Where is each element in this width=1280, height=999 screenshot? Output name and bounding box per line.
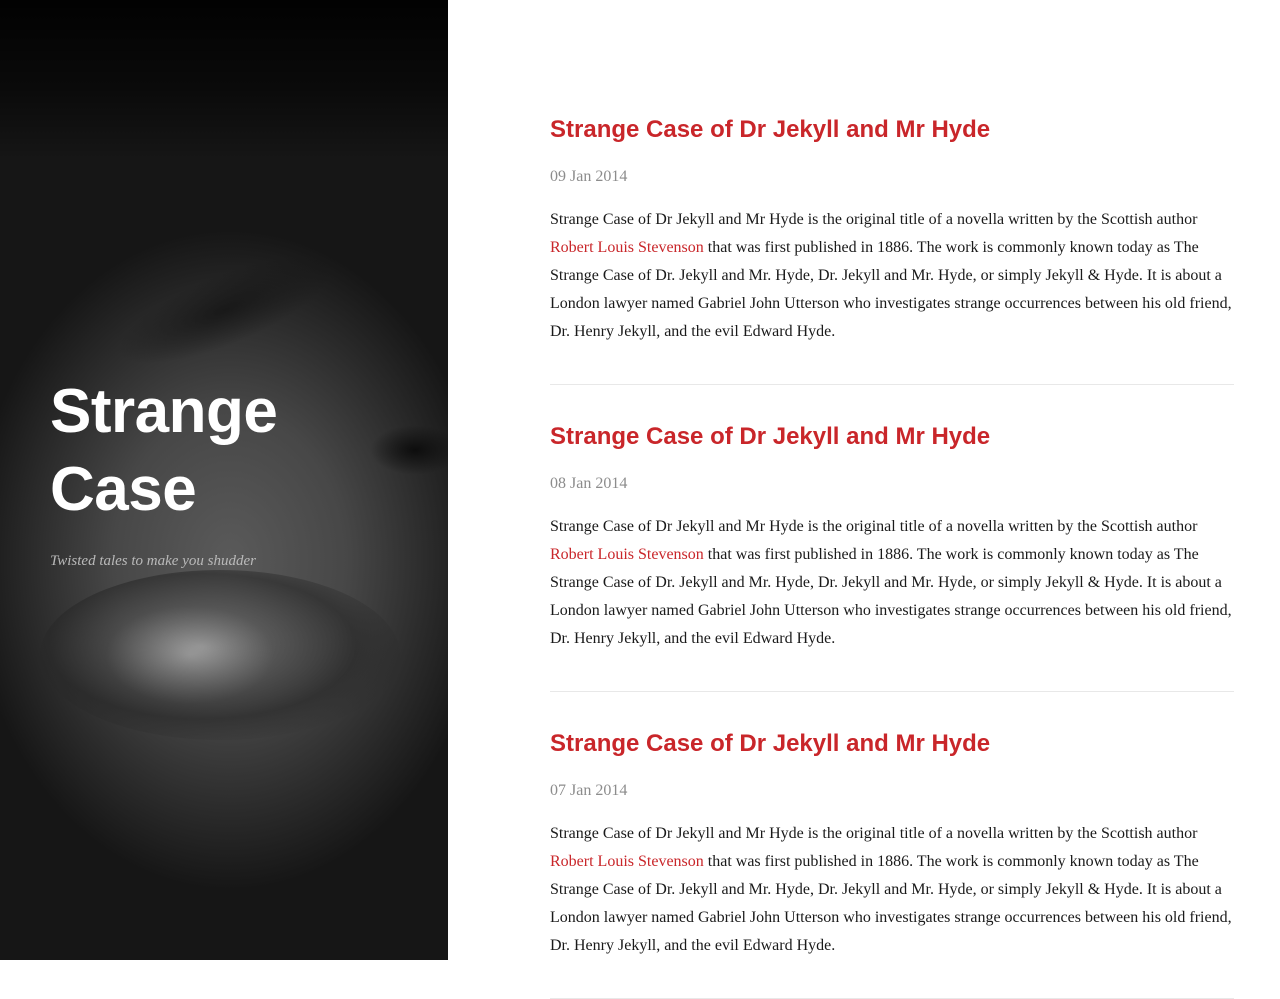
author-link[interactable]: Robert Louis Stevenson — [550, 853, 704, 870]
author-link[interactable]: Robert Louis Stevenson — [550, 239, 704, 256]
author-link[interactable]: Robert Louis Stevenson — [550, 546, 704, 563]
post-excerpt-text: Strange Case of Dr Jekyll and Mr Hyde is… — [550, 211, 1198, 228]
site-title-line2: Case — [50, 455, 197, 524]
post-date: 08 Jan 2014 — [550, 475, 628, 492]
post-item: Strange Case of Dr Jekyll and Mr Hyde 08… — [550, 421, 1234, 692]
post-item: Strange Case of Dr Jekyll and Mr Hyde 09… — [550, 114, 1234, 385]
post-excerpt-text: Strange Case of Dr Jekyll and Mr Hyde is… — [550, 518, 1198, 535]
post-title-link[interactable]: Strange Case of Dr Jekyll and Mr Hyde — [550, 728, 1234, 760]
post-excerpt-text: Strange Case of Dr Jekyll and Mr Hyde is… — [550, 825, 1198, 842]
post-excerpt: Strange Case of Dr Jekyll and Mr Hyde is… — [550, 820, 1234, 960]
background-photo-brow-shade — [105, 234, 345, 386]
sidebar: Strange Case Twisted tales to make you s… — [0, 0, 448, 960]
post-excerpt: Strange Case of Dr Jekyll and Mr Hyde is… — [550, 206, 1234, 346]
post-date: 09 Jan 2014 — [550, 168, 628, 185]
site-tagline: Twisted tales to make you shudder — [50, 553, 256, 569]
post-list: Strange Case of Dr Jekyll and Mr Hyde 09… — [550, 0, 1234, 999]
background-photo-mouth-shade — [40, 570, 400, 740]
post-excerpt: Strange Case of Dr Jekyll and Mr Hyde is… — [550, 513, 1234, 653]
background-photo-hair-shade — [0, 0, 448, 160]
post-item: Strange Case of Dr Jekyll and Mr Hyde 07… — [550, 728, 1234, 999]
site-title-line1: Strange — [50, 377, 278, 446]
post-title-link[interactable]: Strange Case of Dr Jekyll and Mr Hyde — [550, 421, 1234, 453]
post-date: 07 Jan 2014 — [550, 782, 628, 799]
site-title[interactable]: Strange Case — [50, 373, 410, 529]
post-title-link[interactable]: Strange Case of Dr Jekyll and Mr Hyde — [550, 114, 1234, 146]
